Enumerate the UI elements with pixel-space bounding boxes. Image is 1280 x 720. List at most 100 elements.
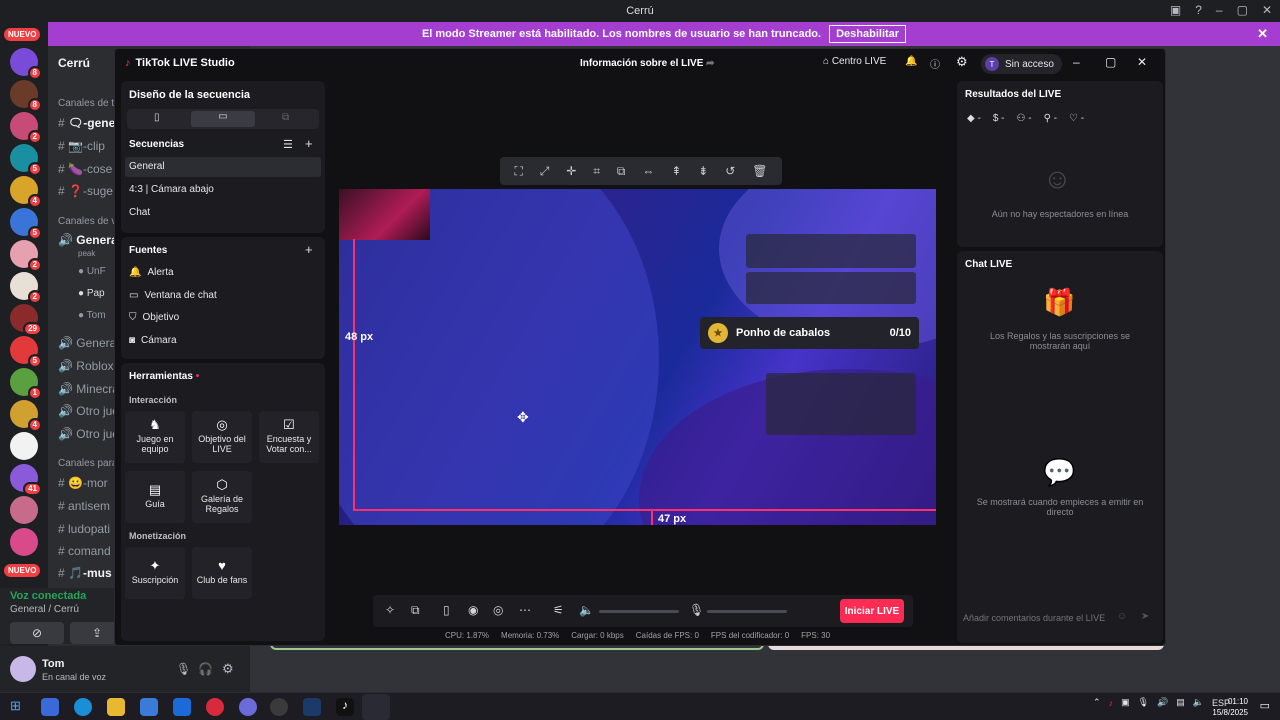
disable-streamer-button[interactable]: Deshabilitar: [829, 25, 907, 43]
channel-item[interactable]: # 🎵-mus: [58, 566, 112, 580]
live-center-button[interactable]: ⌂ Centro LIVE: [823, 56, 886, 67]
help-icon[interactable]: ?: [1195, 3, 1202, 17]
speaker-icon[interactable]: 🔈: [579, 603, 594, 617]
maximize-icon[interactable]: ▢: [1105, 55, 1116, 69]
screen-share-off-icon[interactable]: ⊘: [10, 622, 64, 644]
alert-placeholder-widget[interactable]: [766, 373, 916, 435]
source-goal[interactable]: ⛉ Objetivo: [129, 312, 179, 323]
category-text[interactable]: Canales de te: [58, 98, 120, 109]
server-icon[interactable]: [10, 528, 38, 556]
expand-icon[interactable]: ⤢: [540, 164, 550, 179]
close-icon[interactable]: ✕: [1257, 26, 1268, 42]
voice-channel[interactable]: 🔊 Roblox: [58, 359, 114, 373]
record-icon[interactable]: ◉: [468, 603, 478, 617]
volume-slider[interactable]: [599, 610, 679, 613]
minimize-icon[interactable]: –: [1073, 55, 1080, 69]
fit-icon[interactable]: ⛶: [514, 164, 522, 179]
server-icon[interactable]: 8: [10, 80, 42, 112]
sliders-icon[interactable]: ⚟: [553, 603, 564, 617]
microphone-icon[interactable]: 🎙: [176, 662, 191, 676]
channel-item[interactable]: # 📷-clip: [58, 139, 105, 153]
category-voice[interactable]: Canales de vo: [58, 216, 122, 227]
mic-slider[interactable]: [707, 610, 787, 613]
server-icon[interactable]: 4: [10, 400, 42, 432]
scene-item[interactable]: 4:3 | Cámara abajo: [129, 184, 214, 195]
chat-placeholder-widget[interactable]: [746, 234, 916, 268]
crop-icon[interactable]: ⌗: [593, 164, 600, 179]
tool-subscription[interactable]: ✦ Suscripción: [125, 547, 185, 599]
folder-icon[interactable]: [107, 698, 125, 716]
microphone-icon[interactable]: 🎙: [1138, 697, 1149, 708]
chevron-up-icon[interactable]: ⌃: [1093, 697, 1101, 708]
chat-placeholder-widget[interactable]: [746, 272, 916, 304]
category-para[interactable]: Canales para l: [58, 458, 122, 469]
headphones-icon[interactable]: 🎧: [198, 662, 213, 676]
discord-icon[interactable]: [239, 698, 257, 716]
server-icon[interactable]: 2: [10, 112, 42, 144]
network-icon[interactable]: ▤: [1176, 697, 1185, 708]
add-scene-icon[interactable]: +: [305, 136, 313, 151]
server-icon[interactable]: 1: [10, 368, 42, 400]
server-name[interactable]: Cerrú: [58, 56, 90, 70]
scene-item[interactable]: Chat: [129, 207, 150, 218]
delete-icon[interactable]: 🗑: [752, 164, 767, 178]
speaker-icon[interactable]: 🔊: [1157, 697, 1168, 708]
source-chat-window[interactable]: ▭ Ventana de chat: [129, 290, 217, 301]
selection-guide[interactable]: [353, 509, 936, 511]
chat-input[interactable]: [963, 607, 1143, 629]
server-icon[interactable]: 2: [10, 240, 42, 272]
screen-icon[interactable]: ⧉: [411, 603, 420, 618]
server-icon[interactable]: 41: [10, 464, 42, 496]
server-icon[interactable]: 5: [10, 144, 42, 176]
volume-icon[interactable]: 🔈: [1193, 697, 1204, 708]
voice-member[interactable]: ● Tom: [78, 310, 106, 321]
magic-icon[interactable]: ✧: [385, 603, 395, 617]
clock[interactable]: 01:10 15/8/2025: [1212, 696, 1248, 718]
close-icon[interactable]: ✕: [1262, 3, 1272, 17]
voice-location[interactable]: General / Cerrú: [10, 604, 79, 615]
goal-widget[interactable]: ★ Ponho de cabalos 0/10: [700, 317, 919, 349]
camera-source[interactable]: [339, 189, 430, 240]
go-live-button[interactable]: Iniciar LIVE: [840, 599, 904, 623]
avatar[interactable]: [10, 656, 36, 682]
tool-team-game[interactable]: ♞ Juego en equipo: [125, 411, 185, 463]
server-icon[interactable]: 2: [10, 272, 42, 304]
more-icon[interactable]: ⋯: [519, 603, 531, 617]
help-icon[interactable]: ⓘ: [930, 56, 940, 71]
list-icon[interactable]: ☰: [283, 138, 293, 151]
maximize-icon[interactable]: ▢: [1237, 3, 1248, 17]
selection-guide[interactable]: [353, 239, 355, 511]
store-icon[interactable]: [140, 698, 158, 716]
minimize-icon[interactable]: –: [1216, 3, 1223, 17]
steam-icon[interactable]: [303, 698, 321, 716]
phone-icon[interactable]: ▯: [443, 603, 450, 617]
voice-channel[interactable]: 🔊 Minecra: [58, 382, 119, 396]
tiktok-icon[interactable]: ♪: [336, 698, 354, 716]
voice-member[interactable]: ● Pap: [78, 288, 105, 299]
channel-item[interactable]: # ❓-suge: [58, 184, 113, 198]
tiktok-studio-active-icon[interactable]: [362, 694, 390, 720]
windows-start-icon[interactable]: ⊞: [10, 698, 28, 716]
notification-icon[interactable]: ▭: [1260, 699, 1270, 712]
server-icon[interactable]: 8: [10, 48, 42, 80]
edge-icon[interactable]: [74, 698, 92, 716]
tool-guide[interactable]: ▤ Guía: [125, 471, 185, 523]
tool-poll[interactable]: ☑ Encuesta y Votar con...: [259, 411, 319, 463]
server-icon[interactable]: [10, 496, 38, 524]
source-alert[interactable]: 🔔 Alerta: [129, 267, 174, 278]
layer-down-icon[interactable]: ⇟: [698, 164, 708, 178]
dual-icon[interactable]: ⧉: [282, 112, 289, 123]
outlook-icon[interactable]: [173, 698, 191, 716]
landscape-icon[interactable]: ▭: [191, 111, 255, 127]
voice-connected-label[interactable]: Voz conectada: [10, 590, 86, 602]
layer-up-icon[interactable]: ⇞: [671, 164, 681, 178]
app-icon[interactable]: ▣: [1121, 697, 1130, 708]
server-icon[interactable]: 5: [10, 336, 42, 368]
server-icon[interactable]: 5: [10, 208, 42, 240]
live-info-link[interactable]: Información sobre el LIVE ➦: [580, 58, 715, 69]
channel-item[interactable]: # ludopati: [58, 522, 110, 536]
copy-icon[interactable]: ⧉: [617, 164, 626, 179]
server-icon[interactable]: 29: [10, 304, 42, 336]
rotate-icon[interactable]: ↺: [725, 164, 735, 178]
server-icon[interactable]: 4: [10, 176, 42, 208]
